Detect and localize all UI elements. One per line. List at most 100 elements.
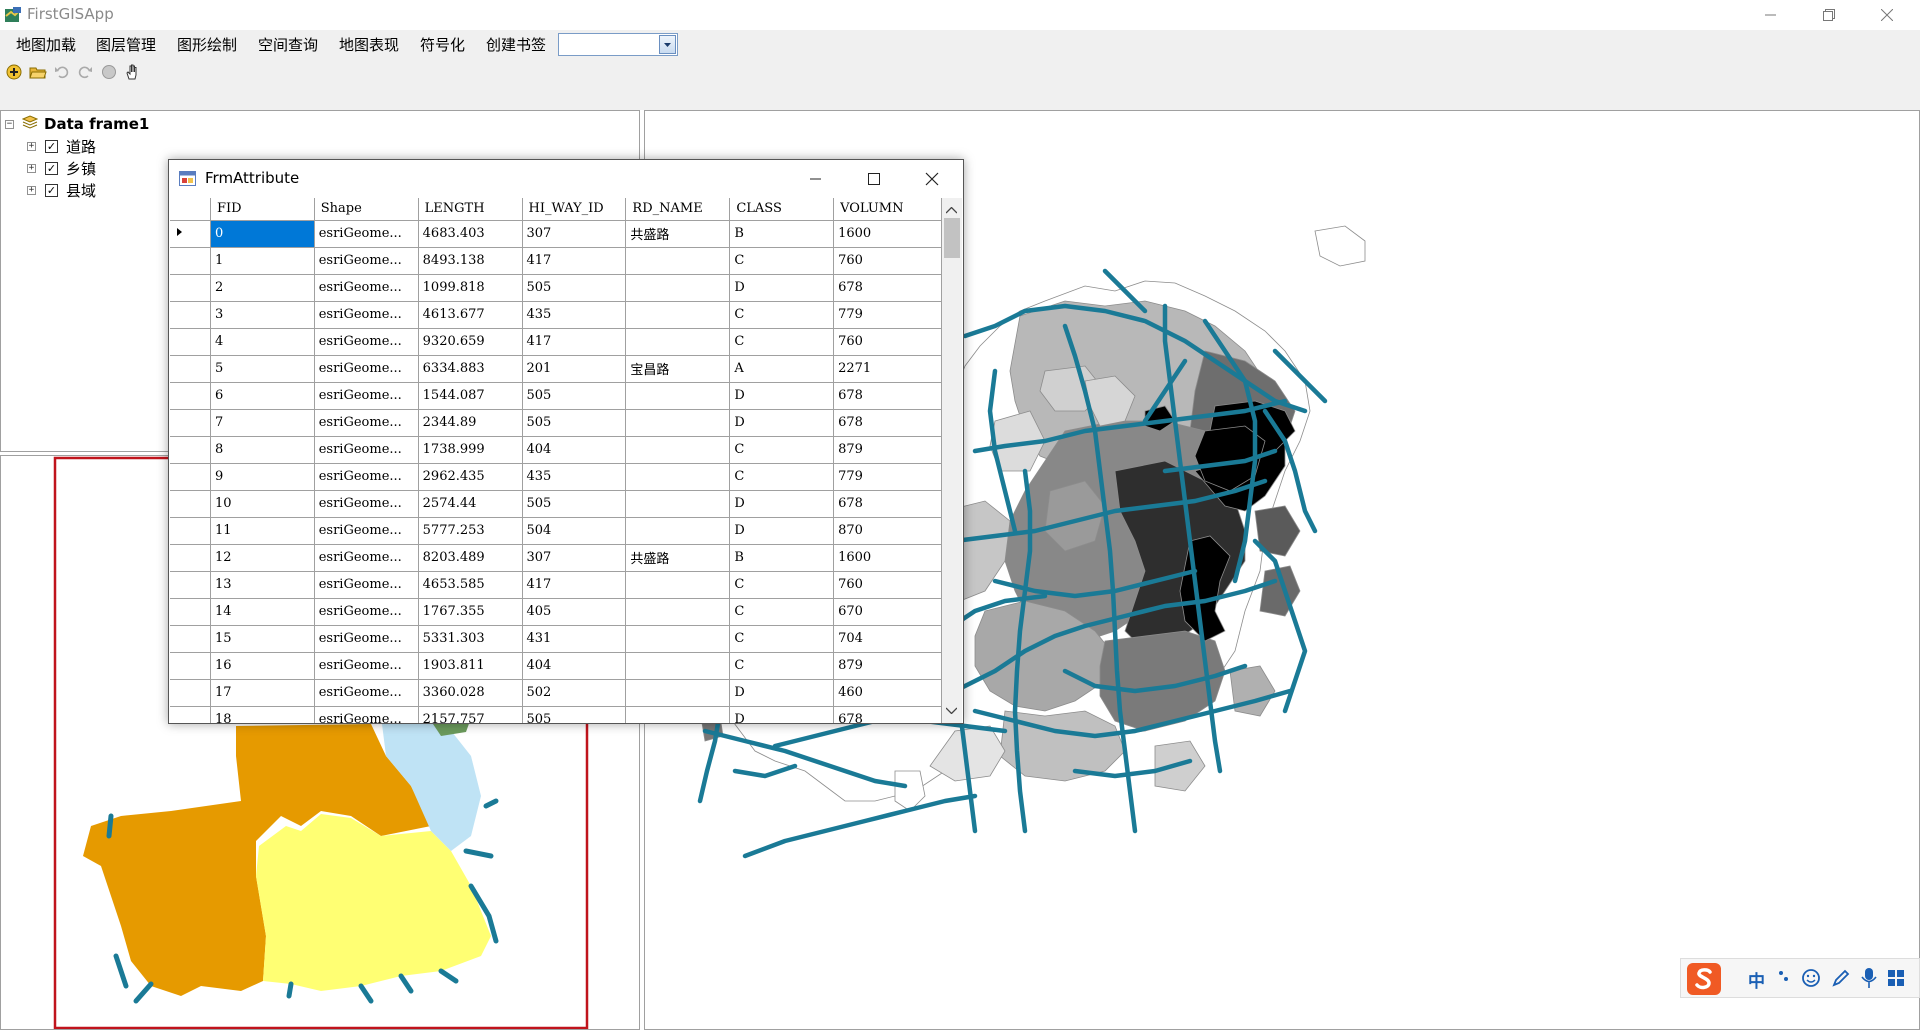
cell-shape[interactable]: esriGeome...: [314, 598, 419, 626]
collapse-icon[interactable]: −: [5, 119, 14, 129]
cell-volumn[interactable]: 1600: [833, 544, 942, 572]
column-header-class[interactable]: CLASS: [729, 198, 835, 221]
cell-hi-way-id[interactable]: 417: [522, 571, 627, 599]
layer-visibility-checkbox[interactable]: ✓: [45, 161, 58, 175]
cell-class[interactable]: C: [729, 301, 835, 329]
cell-volumn[interactable]: 760: [833, 328, 942, 356]
cell-fid[interactable]: 10: [210, 490, 315, 518]
ime-toolbar[interactable]: 中: [1680, 958, 1920, 998]
cell-class[interactable]: D: [729, 679, 835, 707]
cell-length[interactable]: 2157.757: [418, 706, 523, 723]
cell-rd-name[interactable]: [625, 301, 731, 329]
cell-hi-way-id[interactable]: 404: [522, 652, 627, 680]
row-header[interactable]: [170, 679, 211, 707]
menu-spatial-query[interactable]: 空间查询: [258, 34, 318, 55]
row-header[interactable]: [170, 517, 211, 545]
cell-fid[interactable]: 16: [210, 652, 315, 680]
toolbox-grid-icon[interactable]: [1887, 969, 1905, 991]
cell-volumn[interactable]: 870: [833, 517, 942, 545]
cell-shape[interactable]: esriGeome...: [314, 706, 419, 723]
cell-class[interactable]: D: [729, 382, 835, 410]
cell-class[interactable]: C: [729, 463, 835, 491]
menu-symbolize[interactable]: 符号化: [420, 34, 465, 55]
full-extent-icon[interactable]: [98, 61, 120, 83]
row-header[interactable]: [170, 409, 211, 437]
cell-length[interactable]: 4613.677: [418, 301, 523, 329]
cell-fid[interactable]: 11: [210, 517, 315, 545]
cell-shape[interactable]: esriGeome...: [314, 625, 419, 653]
cell-hi-way-id[interactable]: 505: [522, 706, 627, 723]
cell-volumn[interactable]: 760: [833, 247, 942, 275]
column-header-rd-name[interactable]: RD_NAME: [625, 198, 731, 221]
cell-rd-name[interactable]: [625, 247, 731, 275]
pan-hand-icon[interactable]: [122, 61, 144, 83]
table-row[interactable]: 11 esriGeome... 5777.253 504 D 870: [170, 517, 942, 545]
expand-icon[interactable]: +: [27, 141, 36, 151]
cell-rd-name[interactable]: [625, 382, 731, 410]
menu-create-bookmark[interactable]: 创建书签: [486, 34, 546, 55]
vertical-scrollbar[interactable]: [942, 198, 962, 723]
cell-fid[interactable]: 18: [210, 706, 315, 723]
cell-shape[interactable]: esriGeome...: [314, 679, 419, 707]
cell-class[interactable]: C: [729, 247, 835, 275]
cell-shape[interactable]: esriGeome...: [314, 328, 419, 356]
cell-class[interactable]: D: [729, 517, 835, 545]
cell-length[interactable]: 5331.303: [418, 625, 523, 653]
cell-length[interactable]: 2962.435: [418, 463, 523, 491]
cell-volumn[interactable]: 678: [833, 409, 942, 437]
column-header-volumn[interactable]: VOLUMN: [833, 198, 942, 221]
row-header[interactable]: [170, 598, 211, 626]
cell-shape[interactable]: esriGeome...: [314, 517, 419, 545]
cell-length[interactable]: 5777.253: [418, 517, 523, 545]
table-row[interactable]: 0 esriGeome... 4683.403 307 共盛路 B 1600: [170, 220, 942, 248]
cell-volumn[interactable]: 704: [833, 625, 942, 653]
cell-length[interactable]: 4683.403: [418, 220, 523, 248]
row-header[interactable]: [170, 382, 211, 410]
menu-map-display[interactable]: 地图表现: [339, 34, 399, 55]
cell-length[interactable]: 4653.585: [418, 571, 523, 599]
cell-hi-way-id[interactable]: 417: [522, 247, 627, 275]
cell-fid[interactable]: 5: [210, 355, 315, 383]
toc-layer-roads[interactable]: + ✓ 道路: [27, 136, 96, 156]
cell-class[interactable]: C: [729, 436, 835, 464]
cell-length[interactable]: 9320.659: [418, 328, 523, 356]
cell-hi-way-id[interactable]: 502: [522, 679, 627, 707]
cell-shape[interactable]: esriGeome...: [314, 490, 419, 518]
cell-class[interactable]: C: [729, 598, 835, 626]
cell-hi-way-id[interactable]: 431: [522, 625, 627, 653]
toc-data-frame[interactable]: − Data frame1: [5, 114, 149, 134]
table-row[interactable]: 9 esriGeome... 2962.435 435 C 779: [170, 463, 942, 491]
cell-length[interactable]: 2574.44: [418, 490, 523, 518]
cell-length[interactable]: 8203.489: [418, 544, 523, 572]
cell-shape[interactable]: esriGeome...: [314, 571, 419, 599]
column-header-fid[interactable]: FID: [210, 198, 315, 221]
row-header[interactable]: [170, 571, 211, 599]
cell-hi-way-id[interactable]: 405: [522, 598, 627, 626]
expand-icon[interactable]: +: [27, 185, 36, 195]
cell-fid[interactable]: 2: [210, 274, 315, 302]
cell-volumn[interactable]: 779: [833, 463, 942, 491]
cell-rd-name[interactable]: [625, 706, 731, 723]
cell-class[interactable]: C: [729, 625, 835, 653]
cell-fid[interactable]: 12: [210, 544, 315, 572]
add-data-icon[interactable]: [3, 61, 25, 83]
cell-volumn[interactable]: 678: [833, 490, 942, 518]
cell-rd-name[interactable]: [625, 571, 731, 599]
cell-shape[interactable]: esriGeome...: [314, 463, 419, 491]
minimize-button[interactable]: [1742, 0, 1800, 30]
column-header-shape[interactable]: Shape: [314, 198, 419, 221]
layer-visibility-checkbox[interactable]: ✓: [45, 183, 58, 197]
cell-volumn[interactable]: 670: [833, 598, 942, 626]
table-row[interactable]: 1 esriGeome... 8493.138 417 C 760: [170, 247, 942, 275]
cell-shape[interactable]: esriGeome...: [314, 382, 419, 410]
cell-volumn[interactable]: 678: [833, 274, 942, 302]
cell-fid[interactable]: 14: [210, 598, 315, 626]
cell-fid[interactable]: 1: [210, 247, 315, 275]
table-row[interactable]: 2 esriGeome... 1099.818 505 D 678: [170, 274, 942, 302]
cell-shape[interactable]: esriGeome...: [314, 652, 419, 680]
cell-fid[interactable]: 0: [210, 220, 315, 248]
microphone-icon[interactable]: [1861, 967, 1877, 993]
cell-rd-name[interactable]: [625, 463, 731, 491]
attribute-grid[interactable]: FID Shape LENGTH HI_WAY_ID RD_NAME CLASS…: [170, 198, 942, 723]
row-header[interactable]: [170, 625, 211, 653]
